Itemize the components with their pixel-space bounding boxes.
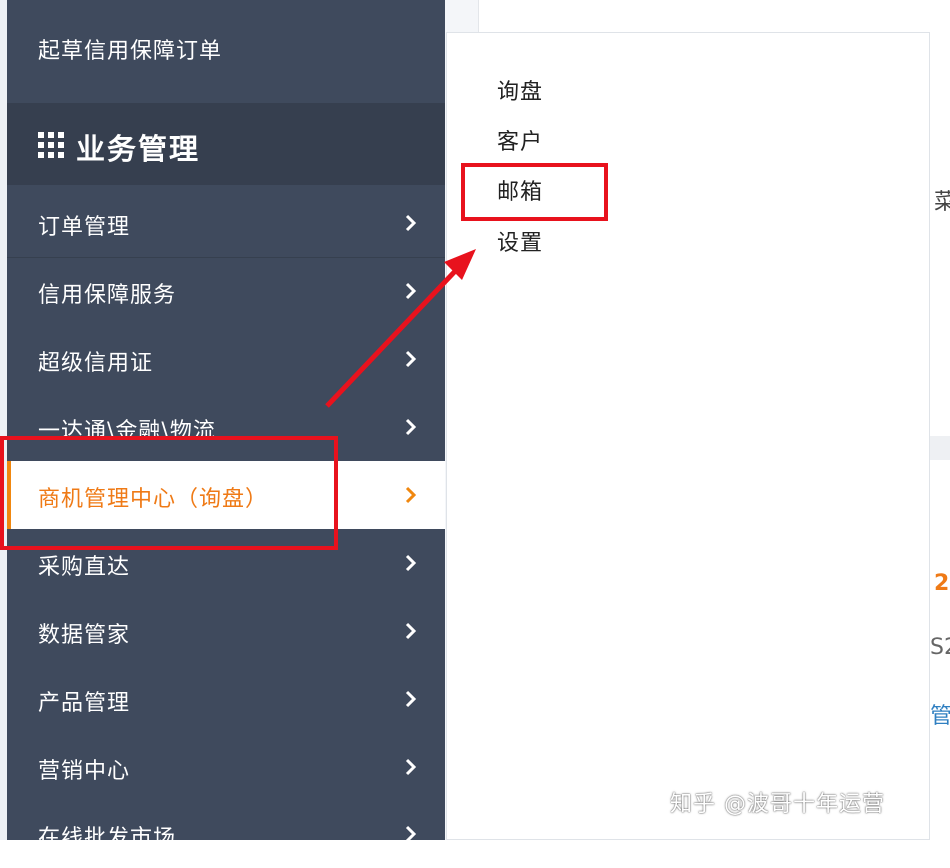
chevron-right-icon bbox=[405, 758, 417, 776]
sidebar-item-label: 产品管理 bbox=[38, 691, 131, 716]
sidebar-item-order-management[interactable]: 订单管理 bbox=[7, 189, 445, 257]
sidebar-item-label: 订单管理 bbox=[38, 215, 131, 240]
chevron-right-icon bbox=[405, 282, 417, 300]
annotation-highlight-box bbox=[461, 163, 608, 221]
chevron-right-icon bbox=[405, 486, 417, 504]
sidebar-item-product-management[interactable]: 产品管理 bbox=[7, 665, 445, 733]
sidebar-item-data-steward[interactable]: 数据管家 bbox=[7, 597, 445, 665]
chevron-right-icon bbox=[405, 825, 417, 843]
annotation-highlight-box bbox=[0, 436, 338, 550]
submenu-item-inquiry[interactable]: 询盘 bbox=[497, 74, 543, 106]
sidebar-item-super-credit[interactable]: 超级信用证 bbox=[7, 325, 445, 393]
sidebar-item-label: 营销中心 bbox=[38, 759, 131, 784]
watermark: 知乎 @波哥十年运营 bbox=[670, 792, 885, 817]
sidebar-item-label: 信用保障服务 bbox=[38, 283, 177, 308]
chevron-right-icon bbox=[405, 214, 417, 232]
chevron-right-icon bbox=[405, 622, 417, 640]
sidebar-item-marketing-center[interactable]: 营销中心 bbox=[7, 733, 445, 801]
chevron-right-icon bbox=[405, 418, 417, 436]
sidebar-section-title: 业务管理 bbox=[76, 132, 201, 166]
sidebar-section-header bbox=[7, 103, 445, 185]
grid-icon bbox=[38, 132, 64, 158]
background-card-top bbox=[478, 0, 950, 32]
sidebar-item-credit-protection[interactable]: 信用保障服务 bbox=[7, 257, 445, 325]
submenu-item-settings[interactable]: 设置 bbox=[497, 225, 543, 257]
sidebar-edge bbox=[0, 0, 7, 840]
background-text-fragment: S2 bbox=[930, 635, 950, 660]
background-link-fragment[interactable]: 管 bbox=[930, 705, 950, 729]
submenu-item-customer[interactable]: 客户 bbox=[497, 124, 543, 156]
sidebar-item-label: 在线批发市场 bbox=[38, 826, 177, 851]
background-text-fragment: 菜 bbox=[934, 190, 950, 215]
sidebar-item-wholesale-market[interactable]: 在线批发市场 bbox=[7, 800, 445, 868]
chevron-right-icon bbox=[405, 690, 417, 708]
sidebar-item-label: 超级信用证 bbox=[38, 351, 154, 376]
background-separator bbox=[930, 436, 950, 460]
sidebar-item-label: 数据管家 bbox=[38, 623, 131, 648]
chevron-right-icon bbox=[405, 350, 417, 368]
chevron-right-icon bbox=[405, 554, 417, 572]
sidebar-item-label: 起草信用保障订单 bbox=[38, 39, 223, 64]
background-number-fragment: 2 bbox=[934, 571, 950, 596]
sidebar-item-label: 采购直达 bbox=[38, 555, 131, 580]
